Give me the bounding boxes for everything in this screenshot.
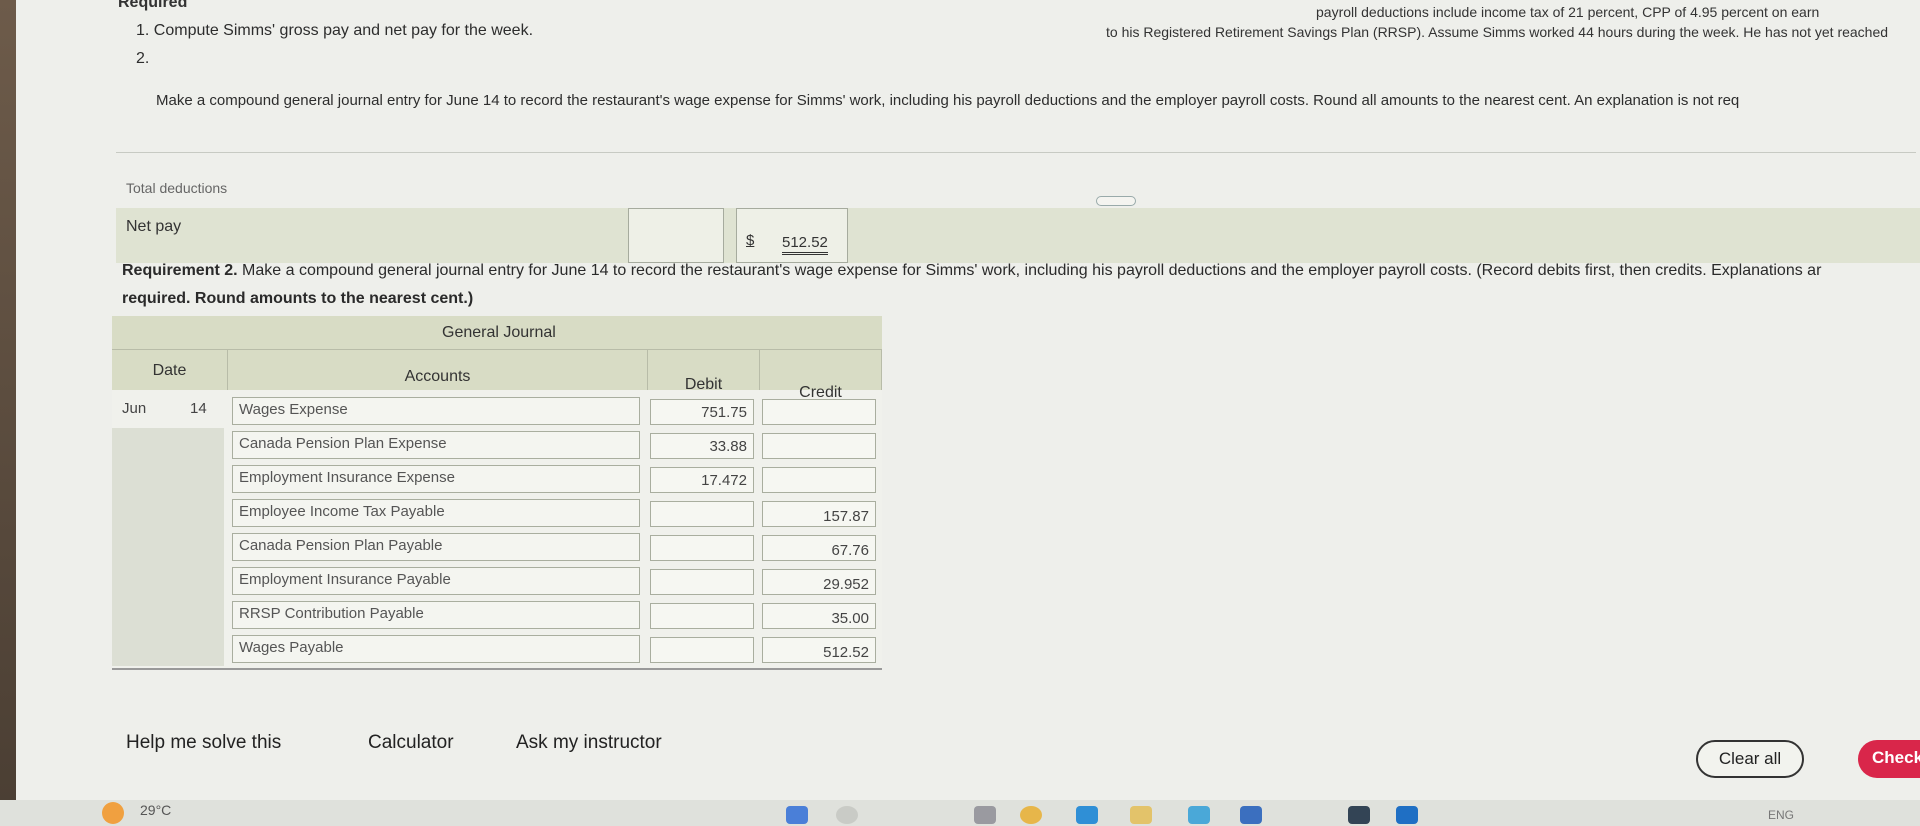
date-cell <box>112 428 224 462</box>
account-select[interactable]: Wages Payable <box>232 635 640 663</box>
clear-all-button[interactable]: Clear all <box>1696 740 1804 778</box>
credit-input[interactable] <box>762 399 876 425</box>
store-icon[interactable] <box>1188 806 1210 824</box>
debit-input[interactable] <box>650 501 754 527</box>
date-day: 14 <box>190 400 207 417</box>
journal-row: RRSP Contribution Payable 35.00 <box>112 598 882 632</box>
credit-input[interactable]: 35.00 <box>762 603 876 629</box>
date-month: Jun <box>122 400 147 417</box>
account-select[interactable]: Employment Insurance Payable <box>232 567 640 595</box>
debit-input[interactable] <box>650 637 754 663</box>
date-cell <box>112 530 224 564</box>
check-answer-button[interactable]: Check <box>1858 740 1920 778</box>
journal-row: Wages Payable 512.52 <box>112 632 882 666</box>
net-pay-label: Net pay <box>126 218 182 235</box>
journal-title-bar: General Journal <box>112 316 882 350</box>
account-select[interactable]: Employee Income Tax Payable <box>232 499 640 527</box>
date-cell <box>112 632 224 666</box>
net-pay-blank-cell <box>628 208 724 263</box>
general-journal-table: General Journal Date Accounts Debit Cred… <box>112 316 882 670</box>
column-header-accounts: Accounts <box>228 350 648 390</box>
journal-row: Canada Pension Plan Payable 67.76 <box>112 530 882 564</box>
chat-icon[interactable] <box>974 806 996 824</box>
net-pay-currency: $ <box>746 232 755 249</box>
account-select[interactable]: Canada Pension Plan Expense <box>232 431 640 459</box>
folder-icon[interactable] <box>1130 806 1152 824</box>
journal-row: Jun 14 Wages Expense 751.75 <box>112 394 882 428</box>
search-icon[interactable] <box>836 806 858 824</box>
account-select[interactable]: Canada Pension Plan Payable <box>232 533 640 561</box>
app-icon[interactable] <box>1348 806 1370 824</box>
total-deductions-label: Total deductions <box>126 180 228 196</box>
column-header-debit: Debit <box>648 350 760 393</box>
debit-input[interactable]: 17.472 <box>650 467 754 493</box>
word-icon[interactable] <box>1396 806 1418 824</box>
column-header-credit: Credit <box>760 350 882 401</box>
weather-temperature: 29°C <box>140 802 172 818</box>
ask-instructor-link[interactable]: Ask my instructor <box>516 732 662 754</box>
date-cell <box>112 564 224 598</box>
journal-title: General Journal <box>442 324 556 341</box>
date-cell <box>112 598 224 632</box>
credit-input[interactable] <box>762 433 876 459</box>
date-cell: Jun 14 <box>112 394 224 428</box>
screen-edge <box>0 0 16 826</box>
edge-icon[interactable] <box>1076 806 1098 824</box>
date-cell <box>112 496 224 530</box>
journal-row: Employment Insurance Payable 29.952 <box>112 564 882 598</box>
account-select[interactable]: Wages Expense <box>232 397 640 425</box>
requirement-1-item: 1. Compute Simms' gross pay and net pay … <box>136 22 534 39</box>
help-me-solve-link[interactable]: Help me solve this <box>126 732 281 754</box>
requirement-2-body: Make a compound general journal entry fo… <box>237 262 1822 279</box>
net-pay-row <box>116 208 1920 263</box>
problem-text-line1: payroll deductions include income tax of… <box>1316 4 1820 20</box>
journal-row: Employment Insurance Expense 17.472 <box>112 462 882 496</box>
column-header-date: Date <box>112 350 228 390</box>
language-indicator[interactable]: ENG <box>1768 808 1794 822</box>
requirement-2-line2: required. Round amounts to the nearest c… <box>122 290 474 307</box>
credit-input[interactable]: 512.52 <box>762 637 876 663</box>
credit-input[interactable]: 29.952 <box>762 569 876 595</box>
section-divider <box>116 152 1916 153</box>
debit-input[interactable]: 33.88 <box>650 433 754 459</box>
credit-input[interactable]: 67.76 <box>762 535 876 561</box>
calculator-link[interactable]: Calculator <box>368 732 454 754</box>
requirement-2-text: Make a compound general journal entry fo… <box>156 92 1740 109</box>
debit-input[interactable] <box>650 569 754 595</box>
net-pay-value: 512.52 <box>782 234 828 255</box>
date-cell <box>112 462 224 496</box>
debit-input[interactable] <box>650 535 754 561</box>
chrome-icon[interactable] <box>1020 806 1042 824</box>
required-heading: Required <box>118 0 188 11</box>
weather-sun-icon[interactable] <box>102 802 124 824</box>
start-icon[interactable] <box>786 806 808 824</box>
credit-input[interactable] <box>762 467 876 493</box>
credit-input[interactable]: 157.87 <box>762 501 876 527</box>
debit-input[interactable]: 751.75 <box>650 399 754 425</box>
requirement-2-instructions: Requirement 2. Make a compound general j… <box>122 262 1821 280</box>
taskbar <box>0 800 1920 826</box>
requirement-2-prefix: Requirement 2. <box>122 262 238 279</box>
journal-row: Employee Income Tax Payable 157.87 <box>112 496 882 530</box>
homework-page: Required payroll deductions include inco… <box>16 0 1920 800</box>
account-select[interactable]: Employment Insurance Expense <box>232 465 640 493</box>
expand-handle[interactable] <box>1096 196 1136 206</box>
debit-input[interactable] <box>650 603 754 629</box>
mail-icon[interactable] <box>1240 806 1262 824</box>
problem-text-line2: to his Registered Retirement Savings Pla… <box>1106 24 1889 40</box>
requirement-2-item: 2. <box>136 50 150 67</box>
account-select[interactable]: RRSP Contribution Payable <box>232 601 640 629</box>
journal-row: Canada Pension Plan Expense 33.88 <box>112 428 882 462</box>
